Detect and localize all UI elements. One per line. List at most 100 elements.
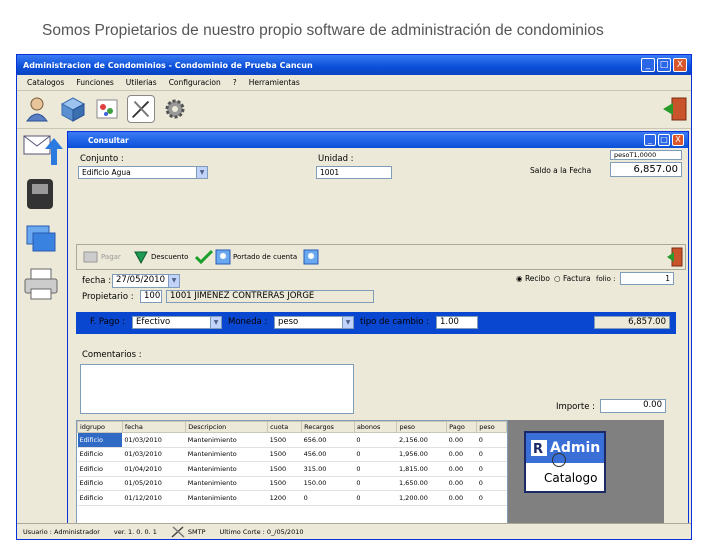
consultar-title: Consultar [88,135,129,145]
descuento-button[interactable]: Descuento [133,249,188,265]
saldo-label: Saldo a la Fecha [530,166,592,175]
propietario-label: Propietario : [82,292,134,302]
tools-icon[interactable] [127,95,155,123]
windows-icon[interactable] [23,223,63,257]
propietario-name: 1001 JIMENEZ CONTRERAS JORGE [166,290,374,303]
menu-catalogos[interactable]: Catalogos [27,78,64,87]
inner-close-button[interactable]: X [672,134,684,146]
moneda-select[interactable]: peso ▼ [274,316,354,329]
column-header[interactable]: Descripcion [185,421,269,433]
total-field: 6,857.00 [594,316,670,329]
tipo-cambio-field[interactable]: 1.00 [436,316,478,329]
column-header[interactable]: cuota [267,421,303,433]
menu-funciones[interactable]: Funciones [76,78,113,87]
organizer-icon[interactable] [23,177,63,211]
fecha-label: fecha : [82,276,112,286]
recibo-radio[interactable]: ◉ Recibo [516,274,550,283]
svg-text:R: R [533,442,543,457]
user-icon[interactable] [23,95,51,123]
table-row[interactable]: Edificio 01/03/2010 Mantenimiento 1500 456.0… [77,447,507,462]
folio-field[interactable]: 1 [620,272,674,285]
logo-icon: R [531,440,547,457]
importe-label: Importe : [556,402,596,412]
cursor-crosshair-icon [552,453,566,467]
table-row[interactable]: Edificio 01/04/2010 Mantenimiento 1500 315.0… [77,461,507,477]
status-user: Usuario : Administrador [23,527,100,536]
check-button[interactable] [195,249,213,265]
propietario-id[interactable]: 100 [140,290,162,303]
admin-catalogo-tile[interactable]: R Admin Catalogo [524,431,606,493]
moneda-label: Moneda : [228,317,268,327]
picture-icon [303,249,319,265]
factura-radio[interactable]: ○ Factura [554,274,591,283]
window-title: Administracion de Condominios - Condomin… [23,60,313,70]
menu-help[interactable]: ? [233,78,237,87]
minimize-button[interactable]: _ [641,58,655,72]
payment-row: F. Pago : Efectivo ▼ Moneda : peso ▼ tip… [76,312,676,334]
table-row[interactable]: Edificio 01/03/2010 Mantenimiento 1500 656.0… [77,432,507,448]
chevron-down-icon[interactable]: ▼ [168,275,179,287]
menu-utilerias[interactable]: Utilerias [126,78,157,87]
window-titlebar[interactable]: Administracion de Condominios - Condomin… [17,55,691,75]
admin-tile-label: Catalogo [544,471,598,485]
inner-minimize-button[interactable]: _ [644,134,656,146]
folio-label: folio : [596,275,616,283]
saldo-currency: pesoT1,0000 [610,150,682,160]
paint-icon[interactable] [93,95,121,123]
table-row[interactable]: Edificio 01/12/2010 Mantenimiento 1200 0 0 1,2… [77,490,507,506]
close-button[interactable]: X [673,58,687,72]
consultar-titlebar[interactable]: Consultar _ □ X [68,132,688,148]
action-toolbar: Pagar Descuento Portado de cuenta [76,244,686,270]
comentarios-textarea[interactable] [80,364,354,414]
gear-icon[interactable] [161,95,189,123]
chevron-down-icon[interactable]: ▼ [342,317,353,328]
column-header[interactable]: peso [476,421,507,433]
unidad-field[interactable]: 1001 [316,166,392,179]
conjunto-label: Conjunto : [80,154,124,164]
comentarios-label: Comentarios : [82,350,142,360]
tools-icon [171,525,185,538]
column-header[interactable]: abonos [353,421,398,433]
column-header[interactable]: Pago [446,421,478,433]
maximize-button[interactable]: □ [657,58,671,72]
fpago-label: F. Pago : [90,317,126,327]
chevron-down-icon[interactable]: ▼ [210,317,221,328]
saldo-value: 6,857.00 [610,162,682,177]
app-window: Administracion de Condominios - Condomin… [16,54,692,540]
cube-icon[interactable] [59,95,87,123]
column-header[interactable]: Recargos [301,421,355,433]
down-arrow-icon [134,251,148,265]
cargos-grid: idgrupo fecha Descripcion cuota Recargos… [76,420,508,530]
menu-bar: Catalogos Funciones Utilerias Configurac… [17,75,691,91]
tipo-cambio-label: tipo de cambio : [360,317,430,327]
fpago-select[interactable]: Efectivo ▼ [132,316,222,329]
checkmark-icon [195,249,213,265]
pay-icon [83,251,98,263]
extra-picture-button[interactable] [303,249,319,265]
inner-exit-button[interactable] [667,247,683,267]
status-bar: Usuario : Administrador ver. 1. 0. 0. 1 … [17,523,691,539]
table-row[interactable]: Edificio 01/05/2010 Mantenimiento 1500 150.0… [77,476,507,491]
mail-upload-icon[interactable] [23,133,63,167]
left-sidebar [19,131,71,525]
exit-icon[interactable] [661,95,689,123]
column-header[interactable]: peso [396,421,448,433]
menu-configuracion[interactable]: Configuracion [169,78,221,87]
importe-field[interactable]: 0.00 [600,399,666,413]
main-toolbar [17,91,691,129]
conjunto-select[interactable]: Edificio Agua ▼ [78,166,208,179]
fecha-field[interactable]: 27/05/2010 ▼ [112,274,180,288]
column-header[interactable]: fecha [121,421,187,433]
grid-header-row: idgrupo fecha Descripcion cuota Recargos… [77,421,507,433]
menu-herramientas[interactable]: Herramientas [249,78,300,87]
slide-title: Somos Propietarios de nuestro propio sof… [42,22,604,39]
unidad-label: Unidad : [318,154,354,164]
column-header[interactable]: idgrupo [77,421,123,433]
pagar-button[interactable]: Pagar [83,249,121,265]
inner-maximize-button[interactable]: □ [658,134,670,146]
portado-button[interactable]: Portado de cuenta [215,249,297,265]
printer-icon[interactable] [23,267,63,301]
exit-icon [667,247,683,267]
status-version: ver. 1. 0. 0. 1 [113,527,157,536]
chevron-down-icon[interactable]: ▼ [196,167,207,178]
